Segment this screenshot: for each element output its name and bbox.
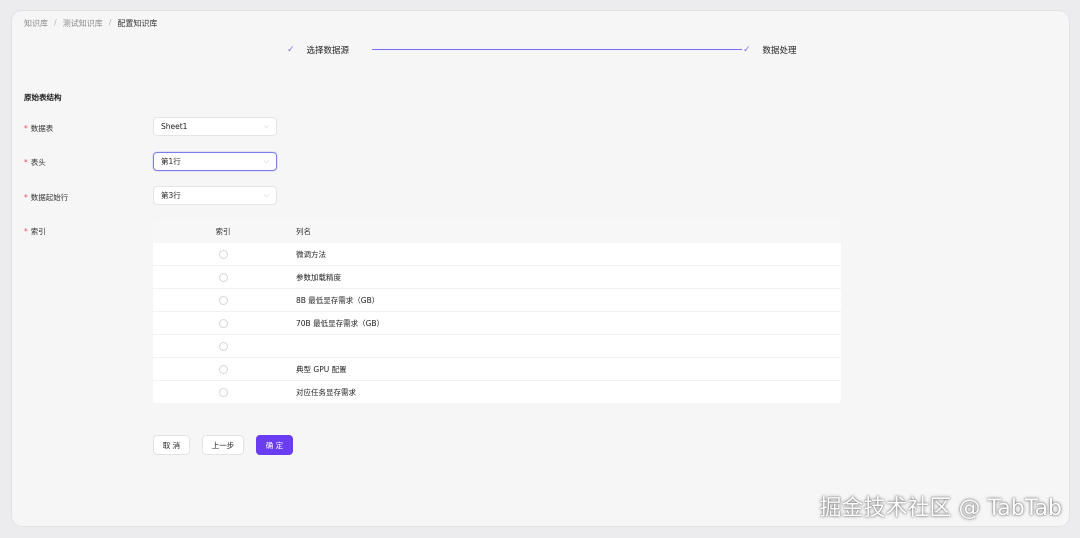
index-radio[interactable] <box>218 318 228 328</box>
column-header-index: 索引 <box>215 227 231 236</box>
header-row-select[interactable]: 第1行 ⌵ <box>153 152 277 171</box>
step-connector-line <box>372 49 742 50</box>
required-mark: * <box>24 193 28 202</box>
column-name-cell: 对应任务显存需求 <box>296 388 356 397</box>
index-label: * 索引 <box>24 227 46 236</box>
step-label: 数据处理 <box>762 46 797 56</box>
check-icon: ✓ <box>743 45 751 55</box>
data-start-row-select-value: 第3行 <box>161 191 181 200</box>
data-start-row-label: * 数据起始行 <box>24 193 69 202</box>
main-card: 知识库 / 测试知识库 / 配置知识库 ✓ 选择数据源 ✓ 数据处理 原始表结构… <box>12 11 1069 526</box>
chevron-down-icon: ⌵ <box>263 122 269 130</box>
table-row <box>153 335 841 358</box>
column-name-cell: 70B 最低显存需求（GB） <box>296 318 385 328</box>
required-mark: * <box>24 124 28 133</box>
table-row: 典型 GPU 配置 <box>153 358 841 381</box>
check-icon: ✓ <box>287 45 295 55</box>
index-radio[interactable] <box>218 341 228 351</box>
breadcrumb-separator: / <box>108 18 112 27</box>
step-label: 选择数据源 <box>306 46 350 56</box>
cancel-button[interactable]: 取 消 <box>153 435 190 455</box>
header-row-select-value: 第1行 <box>161 157 181 166</box>
table-row: 对应任务显存需求 <box>153 381 841 404</box>
breadcrumb-separator: / <box>54 18 57 27</box>
chevron-down-icon: ⌵ <box>263 191 269 199</box>
steps-progress: ✓ 选择数据源 ✓ 数据处理 <box>287 44 807 58</box>
chevron-down-icon: ⌵ <box>263 157 269 165</box>
column-name-cell: 8B 最低显存需求（GB） <box>296 295 380 305</box>
breadcrumb-item-test-kb[interactable]: 测试知识库 <box>63 18 103 29</box>
sheet-select[interactable]: Sheet1 ⌵ <box>153 117 277 136</box>
table-row: 微调方法 <box>153 243 841 266</box>
column-name-cell: 参数加载精度 <box>296 272 341 282</box>
previous-step-button[interactable]: 上一步 <box>202 435 244 455</box>
index-radio[interactable] <box>218 249 228 259</box>
index-radio[interactable] <box>218 295 228 305</box>
required-mark: * <box>24 158 28 167</box>
required-mark: * <box>24 227 28 236</box>
column-name-cell: 典型 GPU 配置 <box>296 364 347 374</box>
confirm-button[interactable]: 确 定 <box>256 435 293 455</box>
column-header-name: 列名 <box>296 227 311 236</box>
table-header: 索引 列名 <box>153 220 841 243</box>
watermark: 掘金技术社区 @ TabTab <box>819 496 1062 521</box>
index-radio[interactable] <box>218 388 228 397</box>
index-table: 索引 列名 微调方法 参数加载精度 8B 最低显存需求（GB） 70B 最低显存… <box>153 220 841 403</box>
sheet-select-value: Sheet1 <box>161 122 188 131</box>
index-radio[interactable] <box>218 364 228 374</box>
breadcrumb-item-current: 配置知识库 <box>117 19 158 28</box>
column-name-cell: 微调方法 <box>296 249 326 259</box>
step-data-processing: ✓ 数据处理 <box>743 44 797 56</box>
breadcrumb-item-knowledge-base[interactable]: 知识库 <box>24 18 48 29</box>
table-row: 8B 最低显存需求（GB） <box>153 289 841 312</box>
sheet-label: * 数据表 <box>24 124 54 133</box>
breadcrumb: 知识库 / 测试知识库 / 配置知识库 <box>24 18 157 29</box>
table-row: 70B 最低显存需求（GB） <box>153 312 841 335</box>
data-start-row-select[interactable]: 第3行 ⌵ <box>153 186 277 205</box>
index-radio[interactable] <box>218 272 228 282</box>
step-select-source: ✓ 选择数据源 <box>287 44 349 56</box>
header-row-label: * 表头 <box>24 158 46 167</box>
table-row: 参数加载精度 <box>153 266 841 289</box>
section-title: 原始表结构 <box>24 93 62 102</box>
